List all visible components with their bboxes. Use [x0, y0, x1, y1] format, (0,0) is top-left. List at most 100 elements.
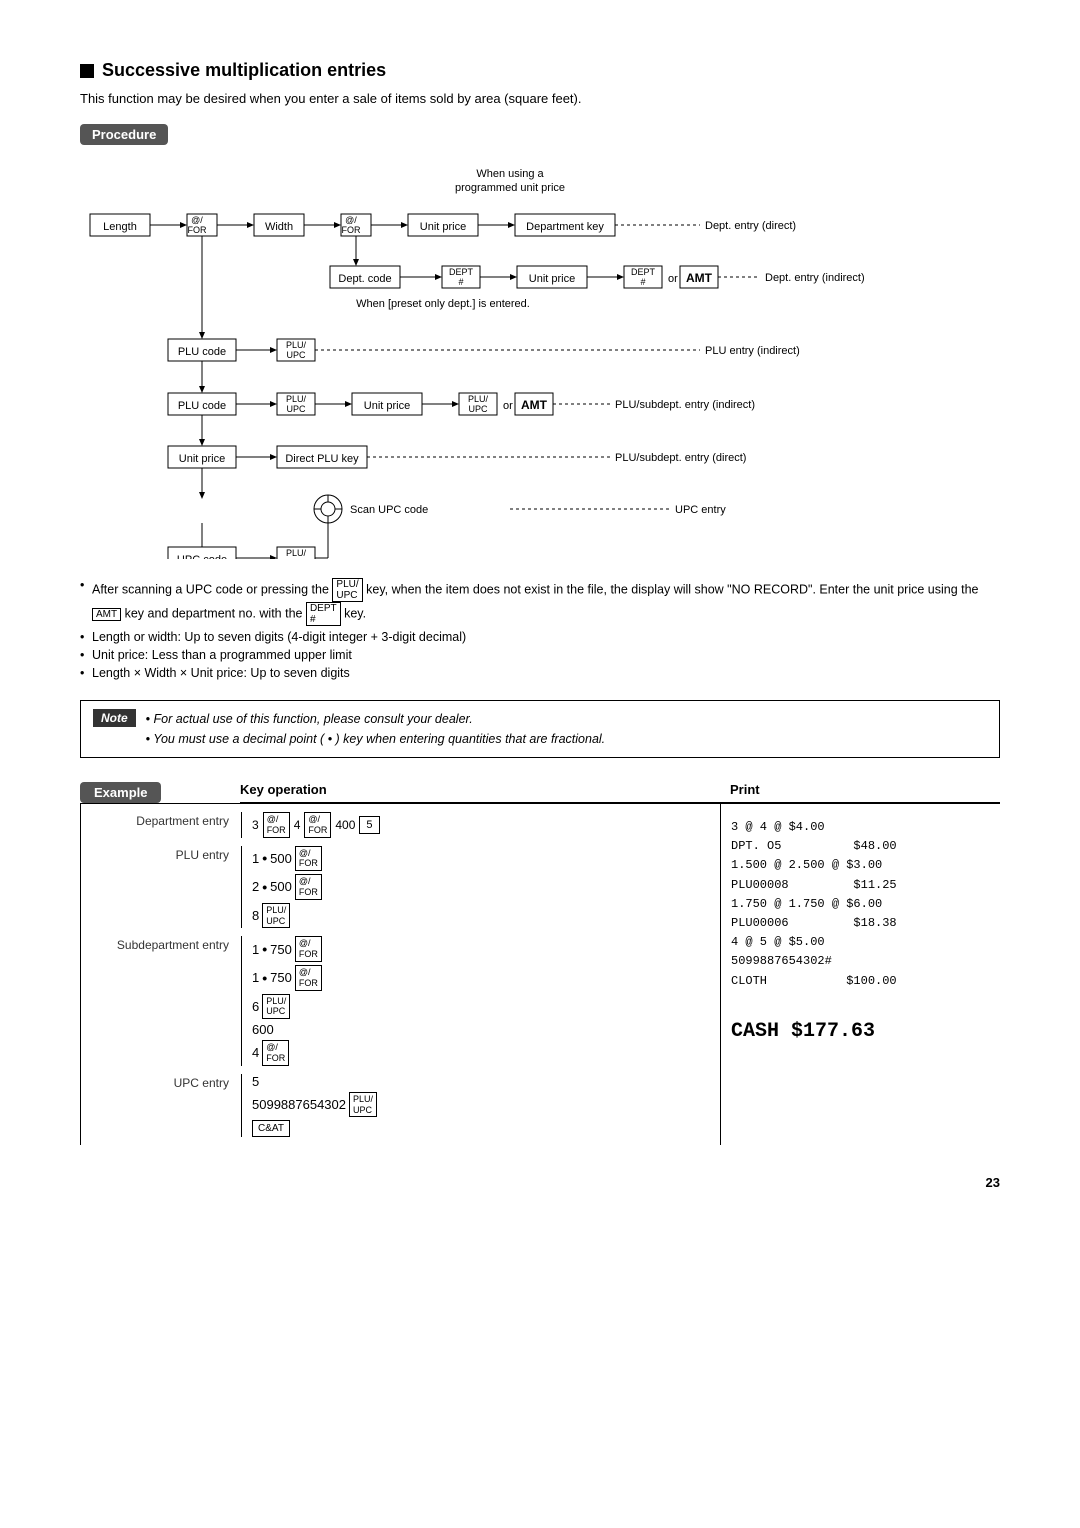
plu-entry-label: PLU entry: [91, 846, 241, 862]
k8: 8: [252, 908, 259, 923]
s4: 4: [252, 1045, 259, 1060]
example-header-row: Example Key operation Print: [80, 782, 1000, 803]
dept-entry-group: Department entry 3 @/FOR 4 @/FOR 400 5: [91, 812, 710, 838]
upc-entry-group: UPC entry 5 5099887654302 PLU/UPC C&AT: [91, 1074, 710, 1138]
flowchart-svg: When using a programmed unit price Lengt…: [80, 159, 980, 559]
svg-text:Dept. code: Dept. code: [338, 273, 391, 285]
svg-text:PLU/: PLU/: [286, 340, 307, 350]
note-4: Length × Width × Unit price: Up to seven…: [80, 666, 1000, 680]
upc-entry-label: UPC entry: [91, 1074, 241, 1090]
example-badge: Example: [80, 782, 161, 803]
print-col: 3 @ 4 @ $4.00 DPT. O5 $48.00 1.500 @ 2.5…: [720, 803, 1000, 1145]
dot-3: •: [262, 941, 267, 957]
svg-text:Length: Length: [103, 221, 137, 233]
procedure-badge: Procedure: [80, 124, 168, 145]
svg-text:UPC code: UPC code: [177, 554, 227, 559]
plu-key-row-2: 2 • 500 @/FOR: [252, 874, 322, 900]
btn-for-5: @/FOR: [295, 936, 322, 962]
svg-text:PLU/: PLU/: [286, 394, 307, 404]
svg-text:PLU code: PLU code: [178, 400, 226, 412]
svg-text:AMT: AMT: [686, 271, 713, 285]
dot-1: •: [262, 850, 267, 866]
svg-text:Scan UPC code: Scan UPC code: [350, 504, 428, 516]
dot-4: •: [262, 970, 267, 986]
print-line-4: PLU00008 $11.25: [731, 876, 990, 895]
svg-text:DEPT: DEPT: [631, 267, 656, 277]
u5: 5: [252, 1074, 259, 1089]
svg-text:UPC: UPC: [468, 404, 488, 414]
section-title: Successive multiplication entries: [80, 60, 1000, 81]
note-1: After scanning a UPC code or pressing th…: [80, 578, 1000, 626]
svg-text:PLU/subdept. entry (indirect): PLU/subdept. entry (indirect): [615, 399, 755, 411]
print-line-1: 3 @ 4 @ $4.00: [731, 818, 990, 837]
svg-text:Unit price: Unit price: [529, 273, 575, 285]
s6: 6: [252, 999, 259, 1014]
svg-text:UPC entry: UPC entry: [675, 504, 726, 516]
note-2: Length or width: Up to seven digits (4-d…: [80, 630, 1000, 644]
svg-text:Unit price: Unit price: [364, 400, 410, 412]
print-area: 3 @ 4 @ $4.00 DPT. O5 $48.00 1.500 @ 2.5…: [731, 812, 990, 1054]
sub-row-1: 1 • 750 @/FOR: [252, 936, 322, 962]
key-operation-col: Department entry 3 @/FOR 4 @/FOR 400 5: [80, 803, 720, 1145]
print-line-3: 1.500 @ 2.500 @ $3.00: [731, 856, 990, 875]
btn-for-6: @/FOR: [295, 965, 322, 991]
u-barcode: 5099887654302: [252, 1097, 346, 1112]
key-3: 3: [252, 818, 259, 832]
svg-text:#: #: [640, 277, 645, 287]
print-line-7: 4 @ 5 @ $5.00: [731, 933, 990, 952]
sub-row-3: 6 PLU/UPC: [252, 994, 322, 1020]
upc-entry-keys: 5 5099887654302 PLU/UPC C&AT: [241, 1074, 377, 1138]
key-4: 4: [294, 818, 301, 832]
svg-text:Unit price: Unit price: [179, 453, 225, 465]
svg-text:When using a: When using a: [476, 168, 544, 180]
dot-2: •: [262, 879, 267, 895]
upc-row-3: C&AT: [252, 1120, 377, 1137]
sub-row-4: 600: [252, 1022, 322, 1037]
subdept-entry-label: Subdepartment entry: [91, 936, 241, 952]
print-line-9: CLOTH $100.00: [731, 972, 990, 991]
example-section: Example Key operation Print Department e…: [80, 782, 1000, 1145]
key-400: 400: [335, 818, 355, 832]
flowchart-area: When using a programmed unit price Lengt…: [80, 159, 1000, 562]
svg-text:Dept. entry (direct): Dept. entry (direct): [705, 220, 796, 232]
svg-text:Unit price: Unit price: [420, 221, 466, 233]
print-cash-line: CASH $177.63: [731, 1016, 990, 1048]
svg-text:PLU code: PLU code: [178, 346, 226, 358]
sub-row-2: 1 • 750 @/FOR: [252, 965, 322, 991]
page-container: Successive multiplication entries This f…: [80, 60, 1000, 1190]
k2: 2: [252, 879, 259, 894]
svg-text:PLU entry (indirect): PLU entry (indirect): [705, 345, 800, 357]
col-header-keyop: Key operation: [240, 782, 720, 803]
s750a: 750: [270, 942, 292, 957]
notes-section: After scanning a UPC code or pressing th…: [80, 578, 1000, 680]
dept-entry-label: Department entry: [91, 812, 241, 828]
svg-text:UPC: UPC: [286, 404, 306, 414]
btn-for-7: @/FOR: [262, 1040, 289, 1066]
plu-entry-group: PLU entry 1 • 500 @/FOR 2 • 500 @/FOR: [91, 846, 710, 929]
example-cols: Department entry 3 @/FOR 4 @/FOR 400 5: [80, 803, 1000, 1145]
print-line-5: 1.750 @ 1.750 @ $6.00: [731, 895, 990, 914]
btn-plu-3: PLU/UPC: [349, 1092, 377, 1118]
btn-plu-2: PLU/UPC: [262, 994, 290, 1020]
note-content: • For actual use of this function, pleas…: [146, 709, 605, 749]
btn-for-4: @/FOR: [295, 874, 322, 900]
page-number: 23: [80, 1175, 1000, 1190]
svg-text:FOR: FOR: [342, 225, 361, 235]
print-line-2: DPT. O5 $48.00: [731, 837, 990, 856]
btn-for-3: @/FOR: [295, 846, 322, 872]
s1b: 1: [252, 970, 259, 985]
plu-key-row-3: 8 PLU/UPC: [252, 903, 322, 929]
svg-text:@/: @/: [191, 215, 203, 225]
svg-text:PLU/: PLU/: [286, 548, 307, 558]
k1: 1: [252, 851, 259, 866]
plu-key-row-1: 1 • 500 @/FOR: [252, 846, 322, 872]
svg-text:Dept. entry (indirect): Dept. entry (indirect): [765, 272, 865, 284]
svg-text:or: or: [668, 273, 678, 285]
btn-for-2: @/FOR: [304, 812, 331, 838]
print-line-8: 5099887654302#: [731, 952, 990, 971]
dept-entry-keys: 3 @/FOR 4 @/FOR 400 5: [241, 812, 380, 838]
subdept-entry-group: Subdepartment entry 1 • 750 @/FOR 1 • 75…: [91, 936, 710, 1065]
svg-text:UPC: UPC: [286, 558, 306, 559]
svg-text:AMT: AMT: [521, 398, 548, 412]
note-item-1: • For actual use of this function, pleas…: [146, 709, 605, 729]
